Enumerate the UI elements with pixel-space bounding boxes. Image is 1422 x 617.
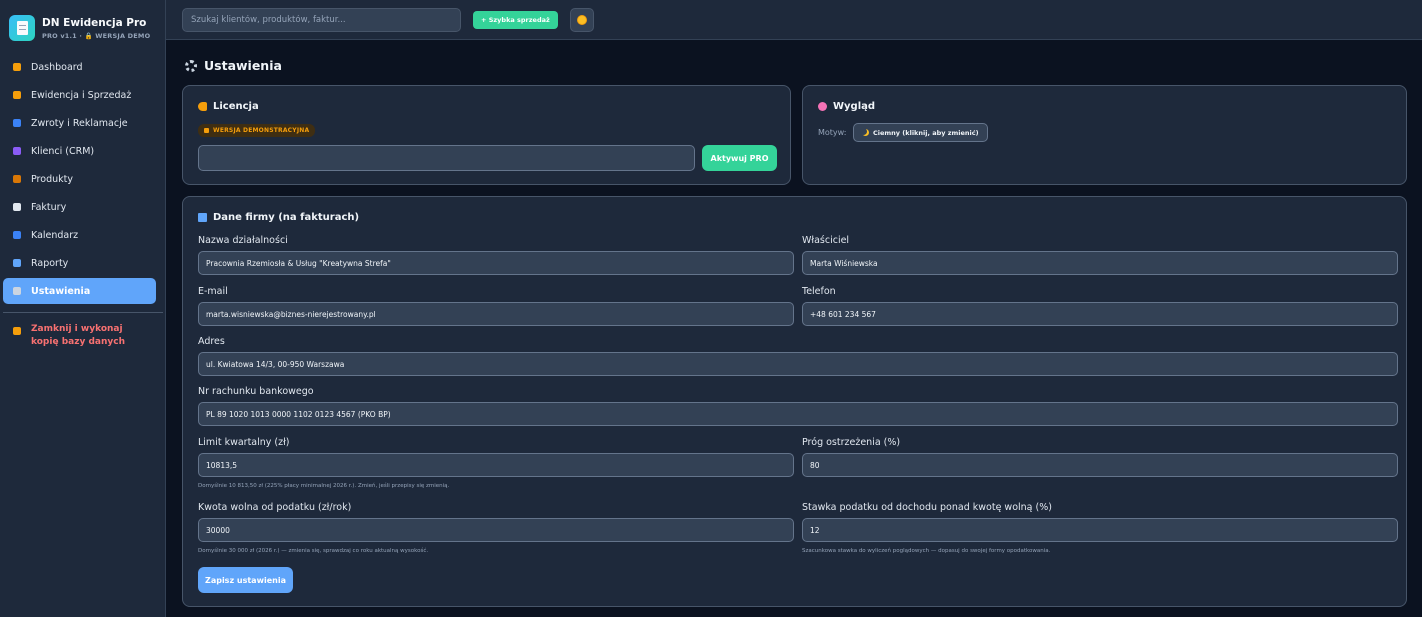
sidebar-nav: Dashboard Ewidencja i Sprzedaż Zwroty i Re… — [0, 54, 165, 304]
quarterly-limit-label: Limit kwartalny (zł) — [198, 437, 290, 448]
email-input[interactable] — [198, 302, 794, 326]
gear-icon — [13, 287, 21, 295]
owner-label: Właściciel — [802, 235, 850, 246]
company-title: Dane firmy (na fakturach) — [198, 212, 359, 223]
license-key-input[interactable] — [198, 145, 695, 171]
warning-threshold-input[interactable] — [802, 453, 1398, 477]
company-card: Dane firmy (na fakturach) Nazwa działaln… — [182, 196, 1407, 607]
activate-pro-button[interactable]: Aktywuj PRO — [702, 145, 777, 171]
tax-rate-input[interactable] — [802, 518, 1398, 542]
app-version: PRO v1.1 · 🔒 WERSJA DEMO — [42, 31, 151, 40]
bank-account-label: Nr rachunku bankowego — [198, 386, 314, 397]
sidebar-item-label: Ewidencja i Sprzedaż — [31, 89, 132, 101]
sidebar-item-label: Ustawienia — [31, 285, 91, 297]
sidebar-divider — [3, 312, 163, 313]
license-title-text: Licencja — [213, 101, 259, 112]
demo-badge-text: WERSJA DEMONSTRACYJNA — [213, 127, 310, 134]
page-title-text: Ustawienia — [204, 58, 282, 73]
sidebar-item-raporty[interactable]: Raporty — [3, 250, 156, 276]
bank-account-input[interactable] — [198, 402, 1398, 426]
tax-free-amount-label: Kwota wolna od podatku (zł/rok) — [198, 502, 352, 513]
moon-icon — [862, 129, 869, 136]
sidebar-item-label: Dashboard — [31, 61, 83, 73]
app-title: DN Ewidencja Pro — [42, 16, 147, 29]
gear-icon — [185, 59, 197, 72]
tax-free-amount-hint: Domyślnie 30 000 zł (2026 r.) — zmienia … — [198, 548, 429, 554]
sidebar-item-label: Klienci (CRM) — [31, 145, 95, 157]
theme-switch-label: Ciemny (kliknij, aby zmienić) — [873, 128, 979, 137]
company-title-text: Dane firmy (na fakturach) — [213, 212, 360, 223]
sidebar-item-ustawienia[interactable]: Ustawienia — [3, 278, 156, 304]
tax-free-amount-input[interactable] — [198, 518, 794, 542]
sidebar-item-label: Raporty — [31, 257, 69, 269]
sidebar-item-klienci-crm[interactable]: Klienci (CRM) — [3, 138, 156, 164]
address-label: Adres — [198, 336, 225, 347]
sidebar-item-produkty[interactable]: Produkty — [3, 166, 156, 192]
theme-switch-button[interactable]: Ciemny (kliknij, aby zmienić) — [853, 123, 988, 142]
demo-badge: WERSJA DEMONSTRACYJNA — [198, 124, 316, 137]
quarterly-limit-input[interactable] — [198, 453, 794, 477]
sidebar-item-label: Produkty — [31, 173, 73, 185]
company-name-input[interactable] — [198, 251, 794, 275]
phone-input[interactable] — [802, 302, 1398, 326]
main-content: Ustawienia Licencja WERSJA DEMONSTRACYJN… — [166, 41, 1422, 617]
house-icon — [13, 63, 21, 71]
sidebar-item-dashboard[interactable]: Dashboard — [3, 54, 156, 80]
theme-label: Motyw: — [818, 128, 847, 137]
calendar-icon — [13, 231, 21, 239]
search-input[interactable] — [182, 7, 461, 32]
brand: DN Ewidencja Pro PRO v1.1 · 🔒 WERSJA DEM… — [0, 0, 165, 54]
appearance-title-text: Wygląd — [833, 101, 876, 112]
sidebar-item-zwroty-i-reklamacje[interactable]: Zwroty i Reklamacje — [3, 110, 156, 136]
warning-threshold-label: Próg ostrzeżenia (%) — [802, 437, 901, 448]
email-label: E-mail — [198, 286, 228, 297]
sidebar-item-label: Kalendarz — [31, 229, 79, 241]
building-icon — [198, 213, 207, 222]
appearance-title: Wygląd — [818, 101, 875, 112]
license-title: Licencja — [198, 101, 259, 112]
key-icon — [198, 102, 207, 111]
address-input[interactable] — [198, 352, 1398, 376]
exit-backup-button[interactable]: Zamknij i wykonaj kopię bazy danych — [0, 321, 165, 349]
money-bag-icon — [13, 91, 21, 99]
license-card: Licencja WERSJA DEMONSTRACYJNA Aktywuj P… — [182, 85, 791, 185]
lock-icon — [13, 327, 21, 335]
page-title: Ustawienia — [185, 58, 282, 73]
palette-icon — [818, 102, 827, 111]
sidebar-item-faktury[interactable]: Faktury — [3, 194, 156, 220]
bar-chart-icon — [13, 259, 21, 267]
sun-icon — [577, 15, 586, 24]
appearance-card: Wygląd Motyw: Ciemny (kliknij, aby zmien… — [802, 85, 1407, 185]
return-arrows-icon — [13, 119, 21, 127]
top-bar: + Szybka sprzedaż — [166, 0, 1422, 40]
quick-sale-button[interactable]: + Szybka sprzedaż — [473, 10, 558, 29]
package-icon — [13, 175, 21, 183]
tax-rate-hint: Szacunkowa stawka do wyliczeń poglądowyc… — [802, 548, 1051, 554]
quarterly-limit-hint: Domyślnie 10 813,50 zł (225% płacy minim… — [198, 483, 450, 489]
sidebar-item-label: Faktury — [31, 201, 67, 213]
exit-backup-label: Zamknij i wykonaj kopię bazy danych — [31, 324, 125, 347]
sidebar-item-label: Zwroty i Reklamacje — [31, 117, 128, 129]
tax-rate-label: Stawka podatku od dochodu ponad kwotę wo… — [802, 502, 1052, 513]
phone-label: Telefon — [802, 286, 836, 297]
company-name-label: Nazwa działalności — [198, 235, 288, 246]
sidebar-item-kalendarz[interactable]: Kalendarz — [3, 222, 156, 248]
lock-icon — [204, 128, 209, 133]
sidebar-item-ewidencja-i-sprzedaz[interactable]: Ewidencja i Sprzedaż — [3, 82, 156, 108]
owner-input[interactable] — [802, 251, 1398, 275]
people-icon — [13, 147, 21, 155]
sidebar: DN Ewidencja Pro PRO v1.1 · 🔒 WERSJA DEM… — [0, 0, 166, 617]
save-settings-button[interactable]: Zapisz ustawienia — [198, 567, 293, 593]
app-logo-icon — [9, 15, 35, 41]
theme-toggle-button[interactable] — [569, 7, 594, 32]
document-icon — [13, 203, 21, 211]
